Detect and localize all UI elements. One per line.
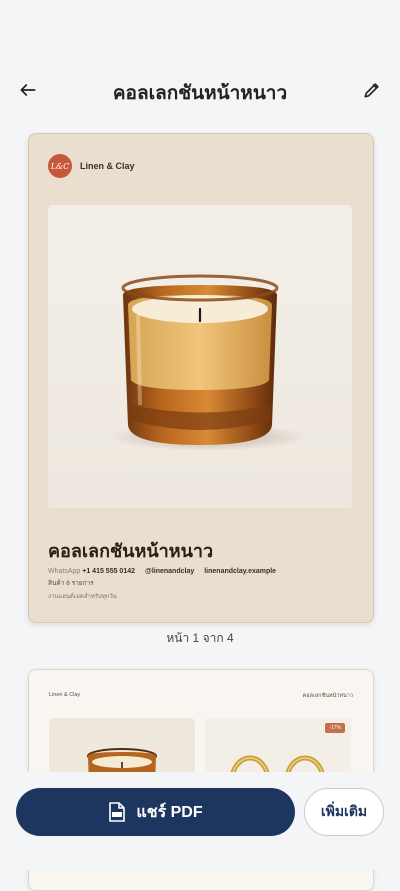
arrow-left-icon bbox=[20, 84, 36, 96]
page-header-title: คอลเลกชันหน้าหนาว bbox=[302, 693, 353, 699]
brand-header: L&C Linen & Clay bbox=[48, 154, 135, 178]
edit-button[interactable] bbox=[356, 74, 388, 106]
top-bar: คอลเลกชันหน้าหนาว bbox=[0, 70, 400, 112]
website-link: linenandclay.example bbox=[204, 568, 277, 575]
candle-illustration bbox=[108, 274, 308, 451]
tagline: งานแฮนด์เมดสำหรับทุกวัน bbox=[48, 594, 117, 600]
discount-badge: -17% bbox=[325, 723, 345, 733]
brand-name: Linen & Clay bbox=[49, 692, 81, 698]
product-photo bbox=[48, 205, 352, 508]
catalog-title: คอลเลกชันหน้าหนาว bbox=[48, 541, 214, 561]
pencil-icon bbox=[364, 83, 379, 98]
brand-logo: L&C bbox=[48, 154, 72, 178]
share-pdf-label: แชร์ PDF bbox=[136, 803, 203, 821]
page-title: คอลเลกชันหน้าหนาว bbox=[112, 83, 288, 104]
whatsapp-contact: WhatsApp +1 415 555 0142 bbox=[48, 568, 135, 575]
instagram-handle: @linenandclay bbox=[145, 568, 195, 575]
more-button[interactable]: เพิ่มเติม bbox=[304, 788, 384, 836]
page-indicator: หน้า 1 จาก 4 bbox=[166, 631, 234, 645]
pdf-file-icon bbox=[109, 802, 126, 822]
whatsapp-label: WhatsApp bbox=[48, 568, 81, 575]
brand-name: Linen & Clay bbox=[80, 161, 135, 171]
whatsapp-number: +1 415 555 0142 bbox=[82, 568, 135, 575]
back-button[interactable] bbox=[12, 74, 44, 106]
contact-row: WhatsApp +1 415 555 0142 @linenandclay l… bbox=[48, 568, 276, 575]
catalog-page-preview-1[interactable]: L&C Linen & Clay คอลเลกชันหน้าหนาว Whats… bbox=[28, 133, 374, 623]
bottom-action-bar: แชร์ PDF เพิ่มเติม bbox=[0, 772, 400, 870]
share-pdf-button[interactable]: แชร์ PDF bbox=[16, 788, 295, 836]
item-count: สินค้า 6 รายการ bbox=[48, 580, 94, 587]
